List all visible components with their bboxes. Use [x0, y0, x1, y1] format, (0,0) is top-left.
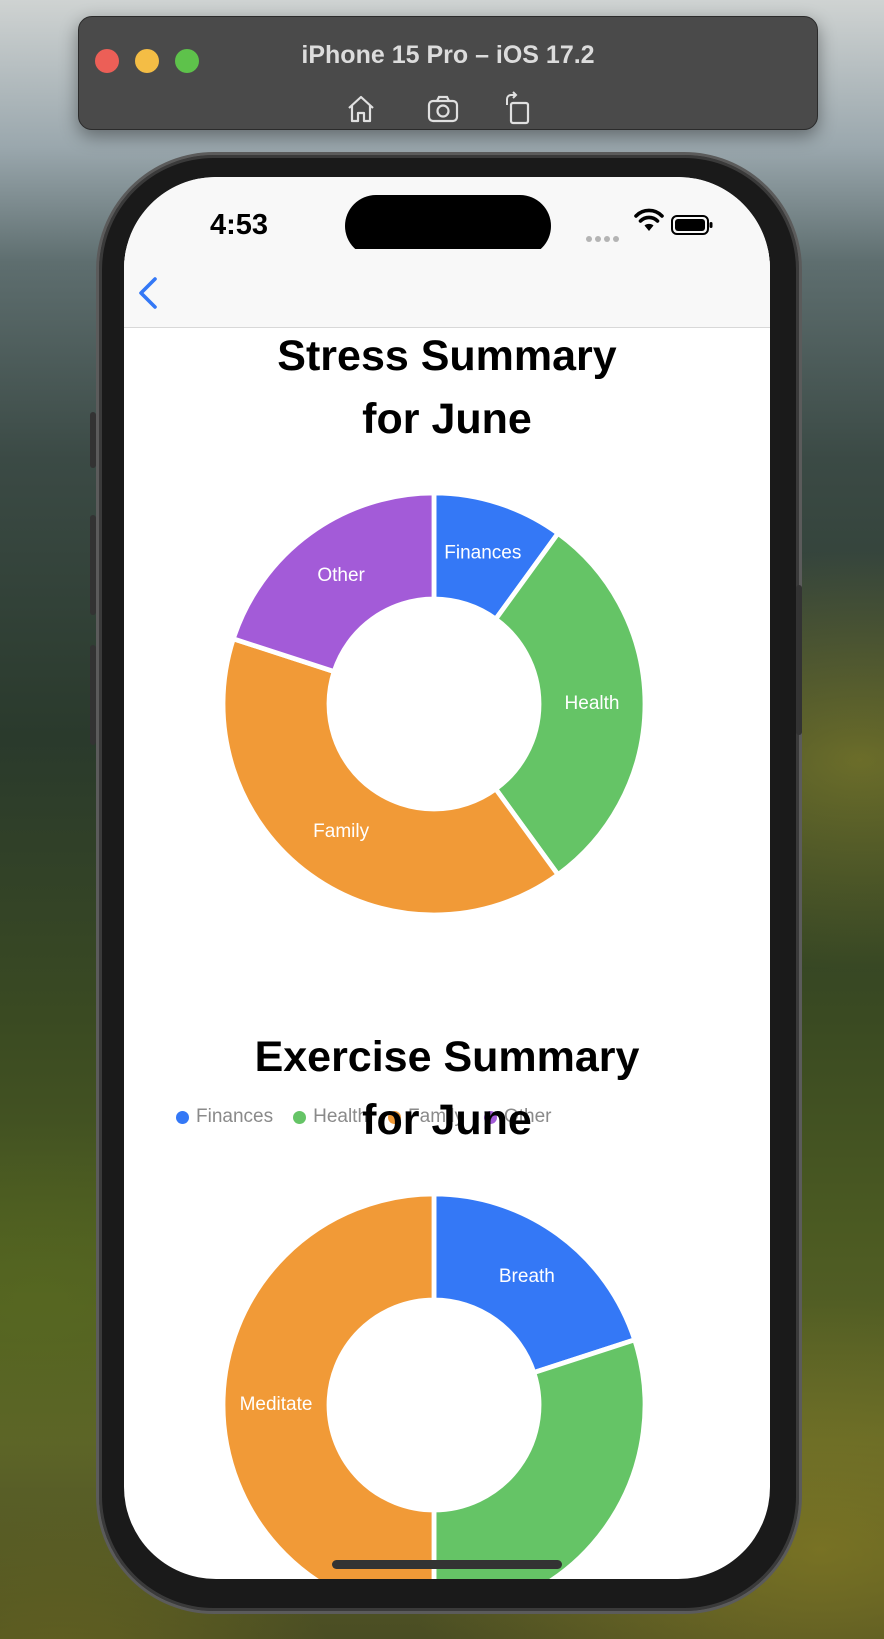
volume-down-button — [90, 645, 96, 745]
simulator-title: iPhone 15 Pro – iOS 17.2 — [301, 41, 595, 69]
exercise-slice-label-meditate: Meditate — [240, 1394, 313, 1415]
navigation-bar — [124, 249, 770, 328]
action-button — [90, 412, 96, 468]
power-button — [796, 585, 802, 735]
screenshot-icon[interactable] — [425, 91, 461, 127]
chevron-left-icon[interactable] — [134, 275, 162, 311]
home-indicator[interactable] — [332, 1560, 562, 1569]
home-icon[interactable] — [343, 91, 379, 127]
stress-donut-chart: Finances Health Family Other — [220, 490, 648, 918]
dynamic-island — [345, 195, 551, 257]
exercise-donut-chart: Breath Meditate — [220, 1191, 648, 1579]
status-time: 4:53 — [210, 209, 269, 241]
rotate-icon[interactable] — [501, 91, 537, 127]
volume-up-button — [90, 515, 96, 615]
exercise-slice-meditate — [220, 1191, 437, 1579]
battery-icon — [671, 215, 713, 235]
exercise-summary-title: Exercise Summary for June — [254, 1033, 640, 1144]
stress-slice-label-family: Family — [313, 821, 369, 842]
wifi-icon — [634, 208, 664, 231]
cellular-signal-icon — [586, 227, 622, 246]
scroll-content[interactable]: Stress Summary for June Finances Health Fa… — [124, 328, 770, 1579]
exercise-slice-label-breath: Breath — [499, 1266, 555, 1287]
stress-summary-title: Stress Summary for June — [277, 332, 617, 443]
stress-slice-label-health: Health — [565, 693, 620, 714]
simulator-title-bar: iPhone 15 Pro – iOS 17.2 — [78, 16, 818, 130]
phone-screen: 4:53 Stress Summary for June Finances Hea… — [124, 177, 770, 1579]
stress-slice-label-other: Other — [317, 565, 365, 586]
stress-slice-label-finances: Finances — [444, 543, 521, 564]
exercise-slice-unlabeled — [431, 1336, 648, 1579]
